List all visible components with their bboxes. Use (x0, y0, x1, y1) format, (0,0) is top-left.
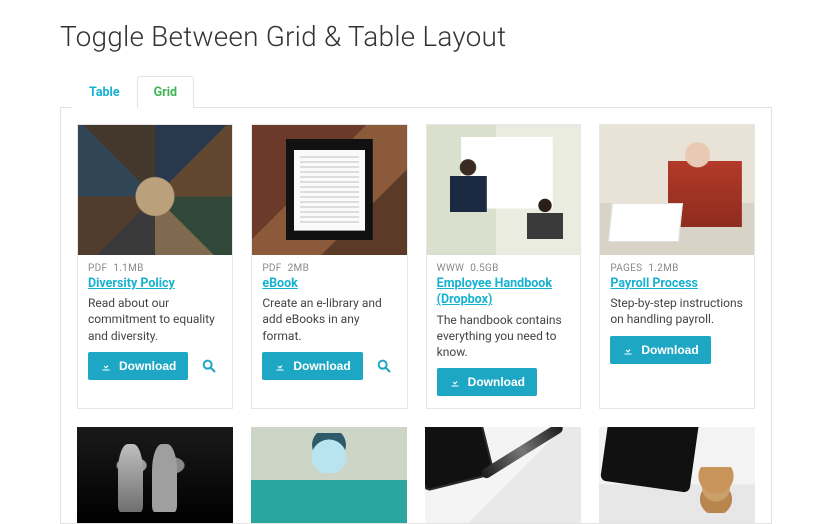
card-filetype: PDF (88, 263, 107, 274)
card-description: Step-by-step instructions on handling pa… (600, 292, 754, 335)
card-filetype: PAGES (610, 263, 642, 274)
search-icon (201, 358, 217, 374)
download-label: Download (293, 359, 350, 373)
search-icon (376, 358, 392, 374)
layout-tabs: Table Grid (72, 75, 772, 107)
card-thumbnail[interactable] (77, 427, 233, 523)
download-icon (449, 376, 461, 388)
card-title-link[interactable]: Employee Handbook (Dropbox) (427, 276, 581, 309)
tab-grid[interactable]: Grid (137, 76, 194, 108)
download-button[interactable]: Download (88, 352, 188, 380)
download-button[interactable]: Download (262, 352, 362, 380)
download-icon (622, 344, 634, 356)
download-button[interactable]: Download (437, 368, 537, 396)
card-meta: PAGES 1.2MB (600, 255, 754, 276)
page-title: Toggle Between Grid & Table Layout (60, 20, 772, 53)
card-thumbnail[interactable] (427, 125, 581, 255)
resource-card: PAGES 1.2MB Payroll Process Step-by-step … (599, 124, 755, 409)
card-thumbnail[interactable] (425, 427, 581, 523)
resource-card (251, 427, 407, 523)
download-icon (274, 360, 286, 372)
card-meta: PDF 2MB (252, 255, 406, 276)
card-filetype: WWW (437, 263, 465, 274)
card-thumbnail[interactable] (251, 427, 407, 523)
card-size: 1.1MB (113, 263, 143, 274)
card-thumbnail[interactable] (252, 125, 406, 255)
card-meta: WWW 0.5GB (427, 255, 581, 276)
resource-card (599, 427, 755, 523)
tab-table[interactable]: Table (72, 76, 137, 108)
card-filetype: PDF (262, 263, 281, 274)
resource-card: WWW 0.5GB Employee Handbook (Dropbox) The… (426, 124, 582, 409)
card-description: The handbook contains everything you nee… (427, 309, 581, 369)
card-thumbnail[interactable] (600, 125, 754, 255)
card-description: Read about our commitment to equality an… (78, 292, 232, 352)
resource-card: PDF 1.1MB Diversity Policy Read about our… (77, 124, 233, 409)
grid-panel: PDF 1.1MB Diversity Policy Read about our… (60, 107, 772, 524)
download-icon (100, 360, 112, 372)
card-size: 1.2MB (648, 263, 678, 274)
resource-card (77, 427, 233, 523)
download-label: Download (641, 343, 698, 357)
card-description: Create an e-library and add eBooks in an… (252, 292, 406, 352)
card-title-link[interactable]: Payroll Process (600, 276, 754, 292)
card-thumbnail[interactable] (78, 125, 232, 255)
preview-button[interactable] (196, 352, 222, 380)
resource-card: PDF 2MB eBook Create an e-library and add… (251, 124, 407, 409)
card-title-link[interactable]: Diversity Policy (78, 276, 232, 292)
card-title-link[interactable]: eBook (252, 276, 406, 292)
card-size: 2MB (288, 263, 309, 274)
card-thumbnail[interactable] (599, 427, 755, 523)
preview-button[interactable] (371, 352, 397, 380)
download-label: Download (119, 359, 176, 373)
card-meta: PDF 1.1MB (78, 255, 232, 276)
download-label: Download (468, 375, 525, 389)
download-button[interactable]: Download (610, 336, 710, 364)
resource-card (425, 427, 581, 523)
card-size: 0.5GB (470, 263, 498, 274)
